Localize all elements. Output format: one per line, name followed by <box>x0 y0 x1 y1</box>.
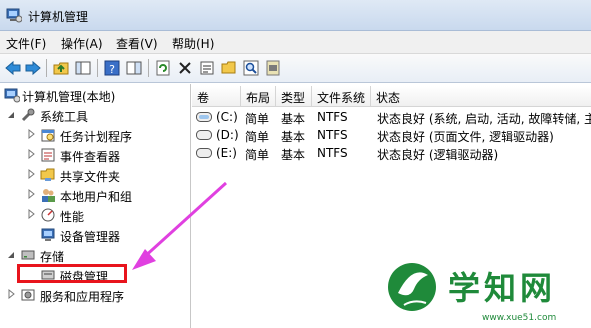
table-row[interactable]: (E:) 简单 基本 NTFS 状态良好 (逻辑驱动器) <box>192 144 591 163</box>
cell-volume: (E:) <box>216 146 237 160</box>
computer-management-icon <box>6 8 22 23</box>
refresh-icon[interactable] <box>154 59 172 77</box>
cell-status: 状态良好 (页面文件, 逻辑驱动器) <box>377 130 554 144</box>
tree-label-shared-folders: 共享文件夹 <box>60 170 121 184</box>
column-header: 卷 布局 类型 文件系统 状态 <box>192 86 591 107</box>
cell-filesystem: NTFS <box>317 146 348 160</box>
collapsed-arrow-icon[interactable] <box>26 209 36 219</box>
properties-pane-icon[interactable] <box>125 59 143 77</box>
cell-layout: 简单 <box>245 130 270 144</box>
tree-item-root[interactable]: 计算机管理(本地) <box>0 86 190 104</box>
open-folder-icon[interactable] <box>220 59 238 77</box>
tree-label-system-tools: 系统工具 <box>40 110 89 124</box>
collapsed-arrow-icon[interactable] <box>26 169 36 179</box>
cell-volume: (D:) <box>216 128 239 142</box>
column-layout[interactable]: 布局 <box>241 86 276 106</box>
tree-label-storage: 存储 <box>40 250 65 264</box>
search-icon[interactable] <box>242 59 260 77</box>
shared-folder-icon <box>40 168 55 181</box>
collapsed-arrow-icon[interactable] <box>26 189 36 199</box>
device-manager-icon <box>41 228 55 241</box>
up-folder-icon[interactable] <box>52 59 70 77</box>
cell-volume: (C:) <box>216 110 238 124</box>
column-type[interactable]: 类型 <box>276 86 312 106</box>
tree-item-event-viewer[interactable]: 事件查看器 <box>0 146 190 164</box>
disk-volume-icon <box>196 130 212 140</box>
window-title: 计算机管理 <box>28 10 89 24</box>
tree-label-device-manager: 设备管理器 <box>60 230 121 244</box>
cell-type: 基本 <box>281 112 306 126</box>
menu-bar: 文件(F) 操作(A) 查看(V) 帮助(H) <box>0 31 591 54</box>
tree-label-event-viewer: 事件查看器 <box>60 150 121 164</box>
column-volume[interactable]: 卷 <box>192 86 241 106</box>
task-scheduler-icon <box>41 129 55 142</box>
users-icon <box>42 189 55 202</box>
back-icon[interactable] <box>4 59 22 77</box>
computer-management-icon <box>4 88 20 103</box>
tree-item-performance[interactable]: 性能 <box>0 206 190 224</box>
tree-label-local-users: 本地用户和组 <box>60 190 133 204</box>
tree-item-services[interactable]: 服务和应用程序 <box>0 286 190 304</box>
cell-filesystem: NTFS <box>317 128 348 142</box>
watermark: 学知网 www.xue51.com <box>370 245 591 328</box>
menu-action[interactable]: 操作(A) <box>61 35 103 52</box>
collapsed-arrow-icon[interactable] <box>26 149 36 159</box>
properties-icon[interactable] <box>198 59 216 77</box>
expanded-arrow-icon[interactable] <box>6 250 16 260</box>
tools-icon <box>21 108 35 122</box>
tree-item-system-tools[interactable]: 系统工具 <box>0 106 190 124</box>
tree-item-storage[interactable]: 存储 <box>0 246 190 264</box>
show-hide-tree-icon[interactable] <box>74 59 92 77</box>
tree-label-performance: 性能 <box>60 210 85 224</box>
collapsed-arrow-icon[interactable] <box>6 289 16 299</box>
column-filesystem[interactable]: 文件系统 <box>312 86 371 106</box>
storage-icon <box>21 250 35 260</box>
tree-label-task-scheduler: 任务计划程序 <box>60 130 133 144</box>
watermark-url: www.xue51.com <box>482 313 557 323</box>
event-viewer-icon <box>41 148 55 162</box>
cell-status: 状态良好 (逻辑驱动器) <box>377 148 499 162</box>
svg-text:?: ? <box>109 63 115 76</box>
menu-help[interactable]: 帮助(H) <box>172 35 214 52</box>
tree-item-task-scheduler[interactable]: 任务计划程序 <box>0 126 190 144</box>
cell-layout: 简单 <box>245 148 270 162</box>
toolbar: ? <box>0 54 591 83</box>
menu-file[interactable]: 文件(F) <box>6 35 46 52</box>
menu-view[interactable]: 查看(V) <box>116 35 158 52</box>
title-bar: 计算机管理 <box>0 0 591 31</box>
collapsed-arrow-icon[interactable] <box>26 129 36 139</box>
navigation-tree: 计算机管理(本地) 系统工具 任务计划程序 事件查看器 共享文件夹 本地用户和组… <box>0 84 191 328</box>
table-row[interactable]: (D:) 简单 基本 NTFS 状态良好 (页面文件, 逻辑驱动器) <box>192 126 591 145</box>
tree-item-shared-folders[interactable]: 共享文件夹 <box>0 166 190 184</box>
tree-label-services: 服务和应用程序 <box>40 290 125 304</box>
watermark-text: 学知网 <box>448 269 557 307</box>
performance-icon <box>41 208 55 222</box>
cell-filesystem: NTFS <box>317 110 348 124</box>
disk-volume-icon <box>196 148 212 158</box>
services-icon <box>21 289 35 301</box>
cell-type: 基本 <box>281 130 306 144</box>
tree-label-root: 计算机管理(本地) <box>22 90 116 104</box>
highlight-box <box>17 264 127 283</box>
delete-icon[interactable] <box>176 59 194 77</box>
cell-status: 状态良好 (系统, 启动, 活动, 故障转储, 主 <box>377 112 591 126</box>
column-status[interactable]: 状态 <box>371 86 591 106</box>
tree-item-device-manager[interactable]: 设备管理器 <box>0 226 190 244</box>
forward-icon[interactable] <box>24 59 42 77</box>
cell-layout: 简单 <box>245 112 270 126</box>
disk-volume-icon <box>196 112 212 122</box>
export-icon[interactable] <box>264 59 282 77</box>
cell-type: 基本 <box>281 148 306 162</box>
tree-item-local-users[interactable]: 本地用户和组 <box>0 186 190 204</box>
table-row[interactable]: (C:) 简单 基本 NTFS 状态良好 (系统, 启动, 活动, 故障转储, … <box>192 108 591 127</box>
expanded-arrow-icon[interactable] <box>6 110 16 120</box>
help-icon[interactable]: ? <box>103 59 121 77</box>
